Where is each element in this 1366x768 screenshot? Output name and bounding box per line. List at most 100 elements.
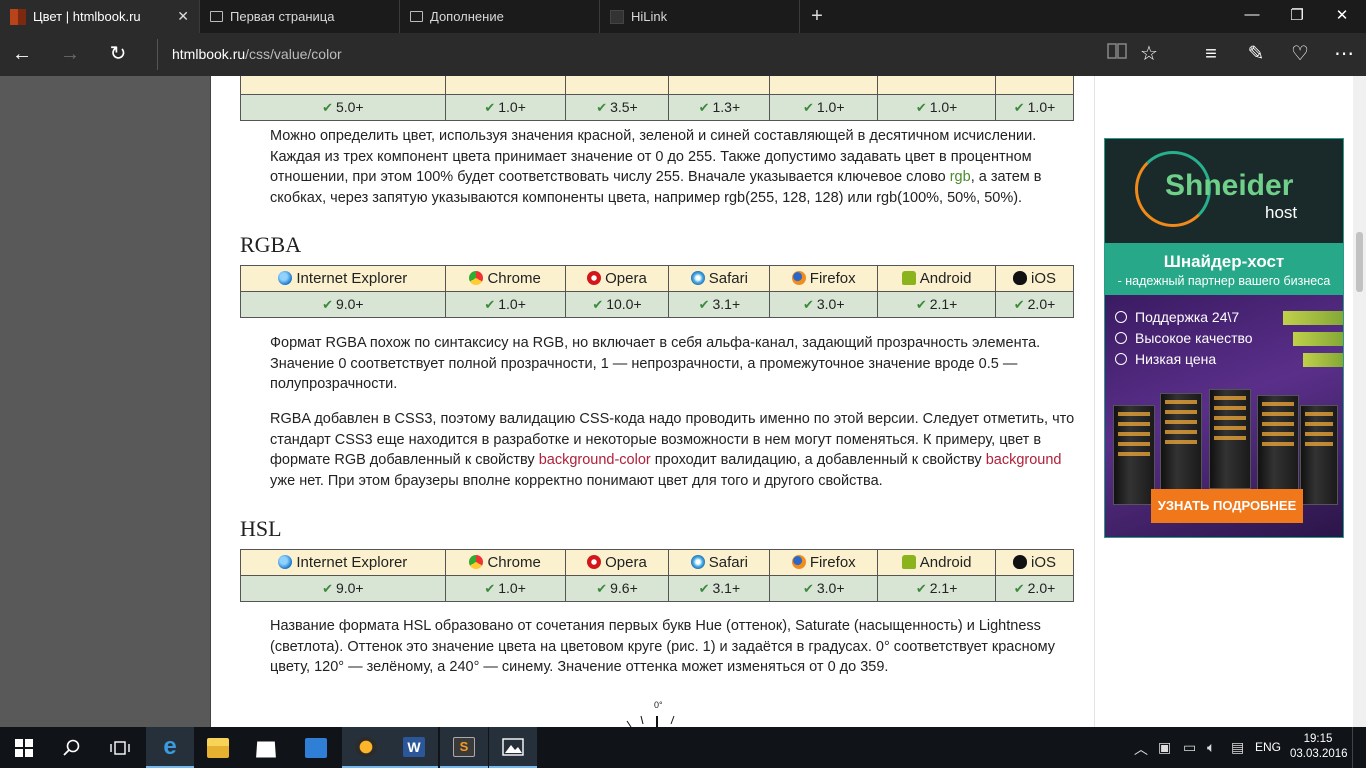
taskbar-photos[interactable]: [489, 727, 537, 768]
taskbar-edge[interactable]: e: [146, 727, 194, 768]
table-header-cell: Firefox: [769, 265, 879, 292]
check-circle-icon: [1115, 332, 1127, 344]
more-icon[interactable]: ⋯: [1331, 42, 1357, 66]
tab-hilink[interactable]: HiLink: [600, 0, 800, 33]
text: Можно определить цвет, используя значени…: [270, 128, 1037, 185]
tab-addition[interactable]: Дополнение: [400, 0, 600, 33]
new-tab-button[interactable]: +: [806, 5, 828, 28]
navigation-bar: ← → ↻ htmlbook.ru/css/value/color ☆ ≡ ✎ …: [0, 33, 1366, 76]
check-icon: ✔: [322, 581, 333, 596]
ad-feature: Низкая цена: [1115, 351, 1216, 367]
hub-icon[interactable]: ≡: [1198, 42, 1224, 66]
taskbar-explorer[interactable]: [194, 727, 242, 768]
search-button[interactable]: [48, 727, 96, 768]
refresh-button[interactable]: ↻: [105, 42, 131, 66]
tab-title: HiLink: [631, 9, 668, 24]
network-adapter-icon[interactable]: ▣: [1158, 739, 1171, 756]
version-value: 3.0+: [816, 296, 845, 312]
check-icon: ✔: [596, 100, 608, 115]
version-value: 1.0+: [1027, 99, 1056, 115]
version-value: 3.5+: [610, 99, 638, 115]
check-icon: ✔: [915, 581, 927, 596]
taskbar-app[interactable]: [292, 727, 340, 768]
table-cell: ✔ 9.0+: [240, 575, 446, 602]
table-header-cell: Safari: [668, 265, 771, 292]
taskbar-sublime[interactable]: S: [440, 727, 488, 768]
version-value: 3.0+: [816, 580, 845, 596]
background-link[interactable]: background: [986, 452, 1062, 468]
ad-logo-area: Shneider host: [1105, 139, 1343, 243]
browser-name: Safari: [708, 270, 748, 287]
table-header-cell: [668, 76, 771, 95]
table-header-cell: [564, 76, 670, 95]
table-cell: ✔ 3.0+: [769, 291, 879, 318]
table-header-cell: Opera: [564, 265, 670, 292]
chrome-icon: [469, 271, 484, 285]
browser-name: Android: [919, 554, 972, 571]
table-header-cell: iOS: [995, 549, 1074, 576]
show-hidden-icons[interactable]: ︿: [1134, 739, 1148, 759]
server-image: [1209, 389, 1251, 489]
ad-learn-more-button[interactable]: УЗНАТЬ ПОДРОБНЕЕ: [1151, 489, 1303, 523]
show-desktop-button[interactable]: [1352, 727, 1366, 768]
browser-name: iOS: [1031, 554, 1057, 571]
table-cell: ✔ 2.0+: [995, 575, 1074, 602]
version-value: 2.1+: [929, 580, 958, 596]
reading-view-icon[interactable]: [1104, 42, 1130, 66]
tab-first-page[interactable]: Первая страница: [200, 0, 400, 33]
tab-title: Цвет | htmlbook.ru: [33, 9, 141, 24]
check-icon: ✔: [596, 581, 608, 596]
background-color-link[interactable]: background-color: [539, 452, 651, 468]
start-button[interactable]: [0, 727, 48, 768]
language-indicator[interactable]: ENG: [1255, 740, 1281, 754]
advertisement-banner[interactable]: Shneider host Шнайдер-хост - надежный па…: [1104, 138, 1344, 538]
check-icon: ✔: [1013, 581, 1025, 596]
safari-icon: [690, 271, 705, 285]
rgb-paragraph: Можно определить цвет, используя значени…: [270, 126, 1080, 208]
browser-name: Firefox: [809, 554, 856, 571]
check-icon: ✔: [1013, 100, 1025, 115]
volume-icon[interactable]: 🔈︎: [1207, 739, 1215, 756]
table-cell: ✔ 5.0+: [240, 94, 446, 121]
system-clock[interactable]: 19:15 03.03.2016: [1290, 732, 1348, 762]
web-note-icon[interactable]: ✎: [1243, 42, 1269, 66]
back-button[interactable]: ←: [9, 42, 35, 66]
taskbar-store[interactable]: [242, 727, 290, 768]
close-window-button[interactable]: ✕: [1332, 6, 1352, 24]
table-header-cell: [444, 76, 566, 95]
firefox-icon: [791, 555, 806, 569]
url-domain: htmlbook.ru: [172, 46, 246, 62]
close-tab-icon[interactable]: ✕: [177, 8, 189, 25]
table-header-cell: [240, 76, 446, 95]
search-icon: [63, 739, 80, 756]
share-icon[interactable]: ♡: [1287, 42, 1313, 66]
table-cell: ✔ 3.1+: [668, 575, 771, 602]
task-view-button[interactable]: [96, 727, 144, 768]
table-cell: ✔ 2.1+: [877, 575, 997, 602]
minimize-button[interactable]: —: [1242, 6, 1262, 23]
check-icon: ✔: [802, 297, 814, 312]
ad-features-area: Поддержка 24\7 Высокое качество Низкая ц…: [1105, 295, 1343, 537]
rgb-link[interactable]: rgb: [950, 169, 971, 185]
tab-color-htmlbook[interactable]: Цвет | htmlbook.ru ✕: [0, 0, 200, 33]
network-icon[interactable]: ▭: [1183, 739, 1196, 756]
restore-button[interactable]: ❐: [1287, 6, 1307, 24]
taskbar-aimp[interactable]: [342, 727, 390, 768]
android-icon: [901, 555, 916, 569]
message-icon[interactable]: ▤: [1231, 739, 1244, 756]
edge-icon: e: [163, 732, 177, 760]
table-header-cell: [769, 76, 879, 95]
apple-icon: [1013, 555, 1027, 569]
version-value: 3.1+: [712, 580, 741, 596]
scrollbar-thumb[interactable]: [1356, 232, 1363, 292]
taskbar-word[interactable]: W: [390, 727, 438, 768]
favorite-star-icon[interactable]: ☆: [1136, 42, 1162, 66]
app-icon: [305, 737, 327, 758]
address-bar[interactable]: htmlbook.ru/css/value/color: [157, 39, 1087, 70]
page-scrollbar[interactable]: [1353, 76, 1366, 727]
table-header-cell: Internet Explorer: [240, 265, 446, 292]
text: уже нет. При этом браузеры вполне коррек…: [270, 472, 883, 489]
left-sidebar: [0, 76, 211, 727]
version-value: 2.1+: [929, 296, 958, 312]
forward-button[interactable]: →: [57, 42, 83, 66]
